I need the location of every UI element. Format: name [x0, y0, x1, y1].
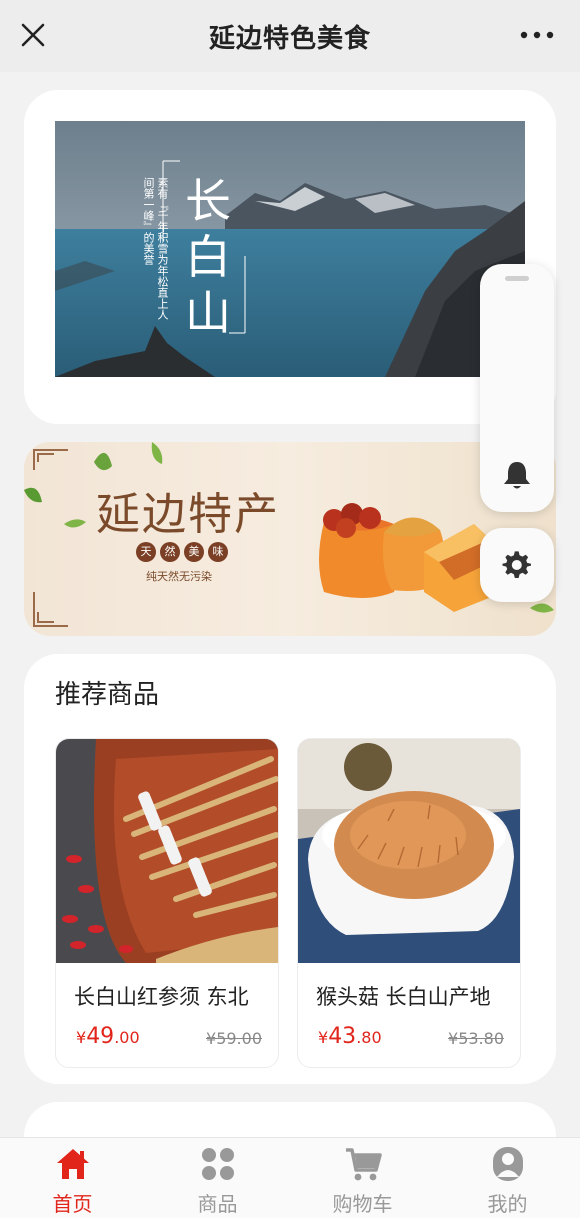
banner-title: 长白山 — [185, 174, 231, 340]
section-title: 推荐商品 — [55, 680, 160, 710]
bell-icon[interactable] — [502, 459, 532, 491]
page-title: 延边特色美食 — [208, 24, 371, 54]
tab-label: 商品 — [197, 1192, 238, 1216]
ginseng-product-image — [56, 739, 278, 963]
user-icon — [492, 1147, 523, 1181]
specialties-title: 延边特产 — [96, 489, 280, 540]
tab-label: 我的 — [487, 1192, 528, 1216]
tab-label: 购物车 — [332, 1192, 393, 1216]
recommend-section: 推荐商品 长白山红参须 东北 ¥49.00 ¥59.00 猴头菇 长白山产地 ¥… — [24, 654, 556, 1084]
product-price: ¥49.00 — [76, 1024, 140, 1049]
tab-products[interactable]: 商品 — [145, 1138, 290, 1218]
product-original-price: ¥59.00 — [206, 1029, 262, 1048]
home-icon — [56, 1149, 89, 1179]
product-name: 猴头菇 长白山产地 — [316, 985, 491, 1009]
tab-cart[interactable]: 购物车 — [290, 1138, 435, 1218]
settings-button[interactable] — [480, 528, 554, 602]
top-bar: 延边特色美食 — [0, 0, 580, 72]
cart-icon — [345, 1148, 382, 1181]
more-options-icon[interactable] — [520, 30, 554, 40]
product-original-price: ¥53.80 — [448, 1029, 504, 1048]
product-price: ¥43.80 — [318, 1024, 382, 1049]
tab-mine[interactable]: 我的 — [435, 1138, 580, 1218]
banner-specialties[interactable]: 延边特产 天 然 美 味 纯天然无污染 — [24, 442, 556, 636]
bottom-tab-bar: 首页 商品 购物车 我的 — [0, 1137, 580, 1218]
specialties-badges: 天 然 美 味 — [136, 542, 228, 562]
product-card[interactable]: 猴头菇 长白山产地 ¥43.80 ¥53.80 — [297, 738, 521, 1068]
product-card[interactable]: 长白山红参须 东北 ¥49.00 ¥59.00 — [55, 738, 279, 1068]
tab-home[interactable]: 首页 — [0, 1138, 145, 1218]
floating-panel[interactable] — [480, 264, 554, 512]
badge-char: 味 — [208, 542, 228, 562]
mushroom-product-image — [298, 739, 520, 963]
tab-label: 首页 — [52, 1192, 93, 1216]
specialties-subtitle: 纯天然无污染 — [146, 570, 212, 583]
drag-handle[interactable] — [505, 276, 529, 281]
hero-image: 长白山 素有『千年积雪为年松直上人间第一峰』的美誉 — [55, 121, 525, 377]
badge-char: 美 — [184, 542, 204, 562]
grid-icon — [201, 1148, 234, 1180]
banner-changbaishan[interactable]: 长白山 素有『千年积雪为年松直上人间第一峰』的美誉 — [24, 90, 556, 424]
product-name: 长白山红参须 东北 — [74, 985, 249, 1009]
banner-subtitle: 素有『千年积雪为年松直上人间第一峰』的美誉 — [142, 177, 169, 320]
gear-icon — [502, 551, 531, 579]
badge-char: 然 — [160, 542, 180, 562]
badge-char: 天 — [136, 542, 156, 562]
